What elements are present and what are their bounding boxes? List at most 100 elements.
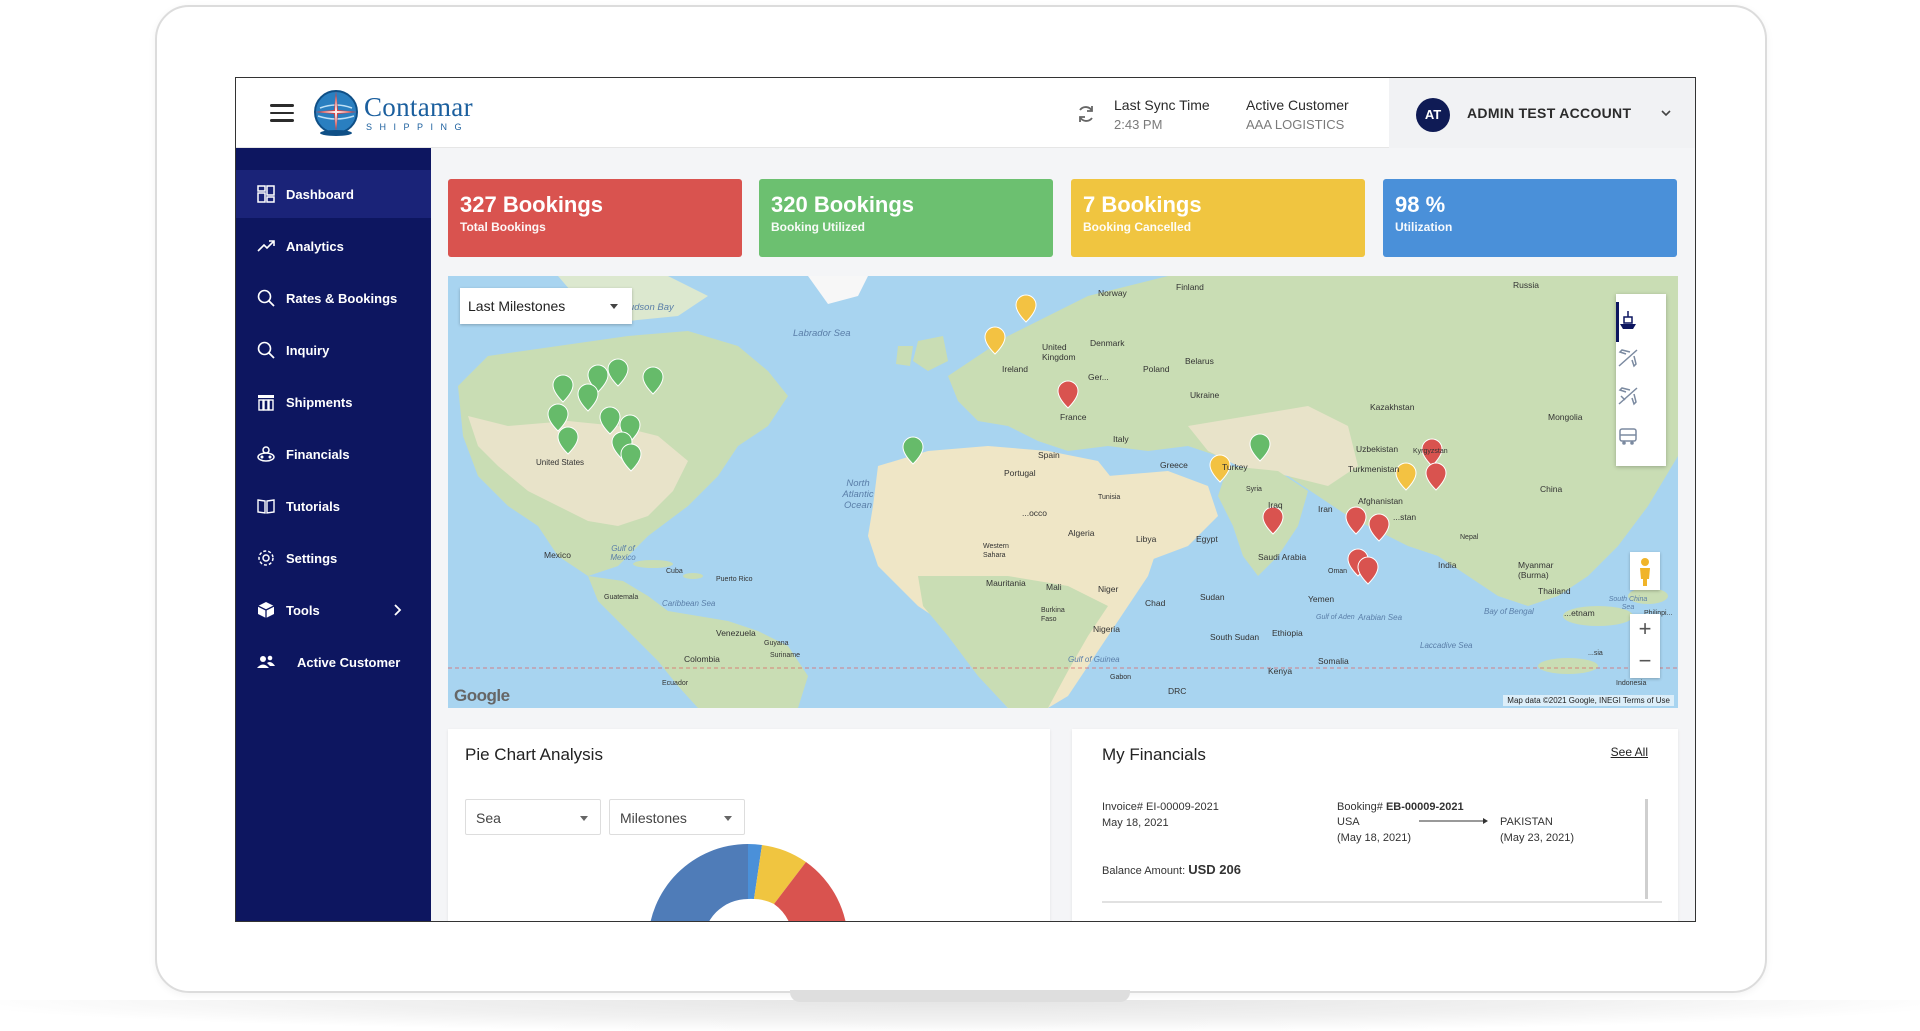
map-label: Arabian Sea — [1358, 613, 1403, 622]
ship-icon[interactable] — [1616, 308, 1640, 332]
map-label: Tunisia — [1098, 494, 1121, 501]
invoice-date: May 18, 2021 — [1102, 817, 1169, 829]
scrollbar[interactable] — [1645, 799, 1648, 899]
map-label: Egypt — [1196, 534, 1218, 544]
last-sync-info: Last Sync Time 2:43 PM — [1114, 96, 1210, 134]
map-label: ...sia — [1588, 650, 1603, 657]
shipment-map[interactable]: Norway Finland Russia Denmark United Kin… — [448, 276, 1678, 708]
booking-utilized-card[interactable]: 320 Bookings Booking Utilized — [759, 179, 1053, 257]
sidebar-item-financials[interactable]: Financials — [236, 430, 431, 478]
map-label: Belarus — [1185, 356, 1214, 366]
air-freight-icon[interactable] — [1616, 384, 1640, 408]
sidebar-item-label: Rates & Bookings — [286, 290, 398, 306]
sidebar-item-active-customer[interactable]: Active Customer — [236, 638, 431, 686]
sidebar-item-shipments[interactable]: Shipments — [236, 378, 431, 426]
analytics-icon — [257, 240, 275, 252]
map-label: Mexico — [544, 550, 571, 560]
map-attribution[interactable]: Map data ©2021 Google, INEGI Terms of Us… — [1503, 695, 1674, 706]
map-label: Ukraine — [1190, 390, 1220, 400]
plane-icon[interactable] — [1616, 346, 1640, 370]
sync-icon[interactable] — [1076, 104, 1096, 124]
map-label: Finland — [1176, 282, 1204, 292]
map-label: Portugal — [1004, 468, 1036, 478]
map-marker-red[interactable] — [1357, 556, 1379, 585]
origin-date: (May 18, 2021) — [1337, 832, 1411, 844]
caret-down-icon — [724, 816, 732, 821]
logo-name: Contamar — [364, 92, 473, 122]
map-label: South Sudan — [1210, 632, 1260, 642]
map-label: Gabon — [1110, 674, 1132, 681]
booking-cancelled-card[interactable]: 7 Bookings Booking Cancelled — [1071, 179, 1365, 257]
sidebar-item-label: Shipments — [286, 394, 353, 410]
map-label: Gulf of Guinea — [1068, 655, 1120, 664]
zoom-in-button[interactable]: + — [1630, 614, 1660, 646]
invoice-info[interactable]: Invoice# EI-00009-2021 May 18, 2021 — [1102, 799, 1219, 831]
panel-title: My Financials — [1102, 745, 1206, 764]
map-label: Puerto Rico — [716, 576, 753, 583]
dashboard-icon — [257, 185, 275, 203]
app-logo[interactable]: Contamar SHIPPING — [312, 86, 512, 142]
balance-label: Balance Amount: — [1102, 865, 1186, 877]
utilization-card[interactable]: 98 % Utilization — [1383, 179, 1677, 257]
map-label: Ger... — [1088, 372, 1109, 382]
sidebar-item-inquiry[interactable]: Inquiry — [236, 326, 431, 374]
map-label: Kyrgyzstan — [1413, 448, 1448, 455]
total-bookings-card[interactable]: 327 Bookings Total Bookings — [448, 179, 742, 257]
pie-slice-blue[interactable] — [648, 844, 748, 922]
account-menu[interactable]: AT ADMIN TEST ACCOUNT — [1389, 78, 1695, 148]
map-label: Syria — [1246, 486, 1262, 493]
card-value: 98 % — [1395, 192, 1446, 217]
map-label: Suriname — [770, 652, 800, 659]
balance-info: Balance Amount: USD 206 — [1102, 862, 1241, 879]
sidebar-item-label: Active Customer — [297, 654, 401, 670]
laptop-base-shadow — [0, 1000, 1920, 1031]
sync-label: Last Sync Time — [1114, 97, 1210, 113]
map-label: Gulf of Mexico — [610, 544, 636, 562]
map-marker-yellow[interactable] — [1015, 294, 1037, 323]
sidebar-item-label: Settings — [286, 550, 338, 566]
truck-icon[interactable] — [1616, 424, 1640, 448]
map-label: North Atlantic Ocean — [842, 478, 874, 511]
map-label: Gulf of Aden — [1316, 614, 1355, 621]
map-label: Western Sahara — [983, 543, 1009, 559]
book-icon — [257, 499, 275, 514]
zoom-out-button[interactable]: − — [1630, 646, 1660, 678]
sidebar-item-dashboard[interactable]: Dashboard — [236, 170, 431, 218]
group-by-dropdown[interactable]: Milestones — [609, 799, 745, 835]
map-label: Algeria — [1068, 528, 1095, 538]
milestone-filter-select[interactable]: Last Milestones — [460, 288, 632, 324]
transport-mode-dropdown[interactable]: Sea — [465, 799, 601, 835]
map-label: Russia — [1513, 280, 1539, 290]
map-label: Colombia — [684, 654, 720, 664]
map-label: Labrador Sea — [793, 328, 851, 339]
panel-title: Pie Chart Analysis — [465, 745, 603, 764]
logo-subtitle: SHIPPING — [366, 122, 470, 132]
map-label: Norway — [1098, 288, 1127, 298]
sidebar-item-label: Analytics — [286, 238, 344, 254]
card-value: 327 Bookings — [460, 192, 604, 217]
map-label: Uzbekistan — [1356, 444, 1399, 454]
sidebar-item-tools[interactable]: Tools — [236, 586, 431, 634]
invoice-number: EI-00009-2021 — [1146, 801, 1219, 813]
map-label: Kenya — [1268, 666, 1293, 676]
card-value: 320 Bookings — [771, 192, 915, 217]
map-label: Sudan — [1200, 592, 1225, 602]
booking-label: Booking# — [1337, 801, 1383, 813]
map-label: China — [1540, 484, 1563, 494]
map-label: Denmark — [1090, 338, 1125, 348]
map-label: Ecuador — [662, 680, 689, 687]
map-marker-red[interactable] — [1368, 513, 1390, 542]
map-marker-red[interactable] — [1345, 506, 1367, 535]
booking-info[interactable]: Booking# EB-00009-2021 — [1337, 799, 1464, 815]
sidebar-item-tutorials[interactable]: Tutorials — [236, 482, 431, 530]
menu-toggle-icon[interactable] — [270, 104, 294, 122]
map-label: Ethiopia — [1272, 628, 1303, 638]
sidebar-item-rates-bookings[interactable]: Rates & Bookings — [236, 274, 431, 322]
pie-chart-panel: Pie Chart Analysis Sea Milestones — [448, 729, 1050, 922]
sidebar-item-analytics[interactable]: Analytics — [236, 222, 431, 270]
sidebar-item-settings[interactable]: Settings — [236, 534, 431, 582]
see-all-link[interactable]: See All — [1611, 745, 1648, 759]
map-label: United States — [536, 458, 585, 467]
box-icon — [257, 602, 275, 618]
street-view-pegman-icon[interactable] — [1630, 552, 1660, 590]
